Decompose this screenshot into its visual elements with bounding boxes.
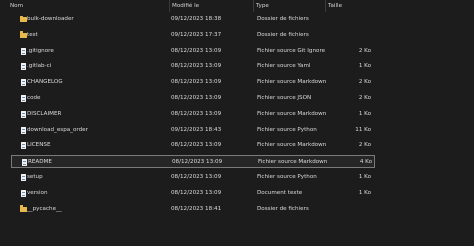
file-icon	[15, 76, 26, 89]
file-row[interactable]: CHANGELOG 08/12/2023 13:09 Fichier source …	[11, 76, 375, 89]
file-icon	[16, 156, 27, 169]
folder-icon-shape	[20, 31, 27, 38]
file-size: 2 Ko	[358, 142, 371, 149]
folder-icon	[15, 29, 27, 42]
file-size: 11 Ko	[355, 126, 371, 133]
file-size	[327, 29, 371, 42]
file-row[interactable]: setup 08/12/2023 13:09 Fichier source Pyth…	[11, 171, 375, 184]
file-row[interactable]: .gitignore 08/12/2023 13:09 Fichier source…	[11, 45, 375, 58]
folder-icon-shape	[20, 205, 27, 212]
file-icon-shape	[21, 95, 26, 102]
file-name: test	[27, 31, 38, 38]
column-header-name[interactable]: Nom	[8, 0, 170, 12]
file-icon	[15, 60, 26, 73]
file-name: DISCLAIMER	[27, 110, 62, 117]
file-name: __pycache__	[27, 205, 62, 212]
file-icon	[15, 171, 26, 184]
file-modified-date: 08/12/2023 13:09	[171, 47, 222, 54]
file-modified-date: 09/12/2023 17:37	[171, 31, 222, 38]
file-size	[327, 203, 371, 216]
folder-icon-shape	[20, 15, 27, 22]
file-modified-date: 09/12/2023 18:38	[171, 16, 222, 22]
file-icon	[15, 139, 26, 152]
file-type: Fichier source Markdown	[257, 110, 327, 117]
file-size: 1 Ko	[358, 63, 371, 70]
file-size: 2 Ko	[358, 79, 371, 86]
file-modified-date: 08/12/2023 13:09	[171, 95, 222, 101]
file-type: Fichier source Markdown	[257, 142, 327, 149]
file-icon	[15, 108, 26, 121]
file-name: version	[27, 189, 48, 196]
file-name: .gitignore	[27, 47, 54, 54]
file-row[interactable]: test 09/12/2023 17:37 Dossier de fichiers	[11, 29, 375, 42]
file-modified-date: 08/12/2023 13:09	[171, 110, 222, 117]
file-name: download_espa_order	[27, 126, 88, 133]
file-modified-date: 08/12/2023 13:09	[172, 159, 223, 166]
file-name: README	[28, 159, 52, 166]
file-name: setup	[27, 174, 43, 180]
file-name: CHANGELOG	[27, 79, 63, 86]
file-size	[327, 13, 371, 26]
file-name: code	[27, 95, 41, 101]
file-icon-shape	[21, 47, 26, 55]
file-row[interactable]: DISCLAIMER 08/12/2023 13:09 Fichier source…	[11, 108, 375, 121]
file-row[interactable]: code 08/12/2023 13:09 Fichier source JSON 2…	[11, 92, 375, 105]
file-icon-shape	[21, 63, 26, 71]
file-row[interactable]: LICENSE 08/12/2023 13:09 Fichier source Ma…	[11, 139, 375, 152]
file-row[interactable]: version 08/12/2023 13:09 Document texte 1 K…	[11, 187, 375, 200]
file-size: 4 Ko	[359, 159, 372, 166]
file-modified-date: 08/12/2023 13:09	[171, 174, 222, 180]
file-type: Fichier source Markdown	[258, 159, 328, 166]
file-name: .gitlab-ci	[27, 63, 52, 70]
file-row[interactable]: __pycache__ 08/12/2023 18:41 Dossier de fi…	[11, 203, 375, 216]
file-type: Fichier source JSON	[257, 95, 312, 101]
column-header-modified[interactable]: Modifié le	[170, 0, 254, 12]
file-modified-date: 08/12/2023 13:09	[171, 142, 222, 149]
file-row[interactable]: .gitlab-ci 08/12/2023 13:09 Fichier source…	[11, 60, 375, 73]
file-type: Dossier de fichiers	[257, 31, 309, 38]
file-type: Fichier source Python	[257, 126, 317, 133]
folder-icon	[15, 13, 27, 26]
file-type: Document texte	[257, 189, 303, 196]
file-modified-date: 08/12/2023 13:09	[171, 189, 222, 196]
file-icon-shape	[21, 126, 26, 134]
file-type: Fichier source Yaml	[257, 63, 311, 70]
file-type: Fichier source Markdown	[257, 79, 327, 86]
file-type: Dossier de fichiers	[257, 205, 309, 212]
file-modified-date: 08/12/2023 13:09	[171, 79, 222, 86]
file-size: 1 Ko	[358, 174, 371, 180]
file-icon-shape	[21, 174, 26, 181]
file-modified-date: 08/12/2023 13:09	[171, 63, 222, 70]
file-icon	[15, 187, 26, 200]
file-size: 2 Ko	[358, 95, 371, 101]
file-type: Fichier source Python	[257, 174, 317, 180]
file-row[interactable]: bulk-downloader 09/12/2023 18:38 Dossier d…	[11, 13, 375, 26]
file-icon-shape	[21, 142, 26, 150]
file-type: Fichier source Git Ignore	[257, 47, 326, 54]
file-type: Dossier de fichiers	[257, 16, 309, 22]
folder-icon	[15, 203, 27, 216]
file-modified-date: 08/12/2023 18:41	[171, 205, 222, 212]
file-modified-date: 09/12/2023 18:43	[171, 126, 222, 133]
column-header-bar: Nom Modifié le Type Taille	[0, 0, 474, 12]
file-icon-shape	[21, 189, 26, 197]
file-name: LICENSE	[27, 142, 51, 149]
file-name: bulk-downloader	[27, 16, 74, 22]
file-row[interactable]: download_espa_order 09/12/2023 18:43 Fichi…	[11, 124, 375, 137]
file-icon-shape	[22, 159, 27, 167]
file-icon-shape	[21, 79, 26, 87]
file-size: 1 Ko	[358, 189, 371, 196]
file-size: 1 Ko	[358, 110, 371, 117]
column-header-type[interactable]: Type	[254, 0, 326, 12]
file-icon	[15, 92, 26, 105]
file-icon	[15, 45, 26, 58]
file-icon-shape	[21, 110, 26, 118]
column-header-size[interactable]: Taille	[326, 0, 374, 12]
file-size: 2 Ko	[358, 47, 371, 54]
file-icon	[15, 124, 26, 137]
file-row[interactable]: README 08/12/2023 13:09 Fichier source Mar…	[11, 155, 375, 169]
